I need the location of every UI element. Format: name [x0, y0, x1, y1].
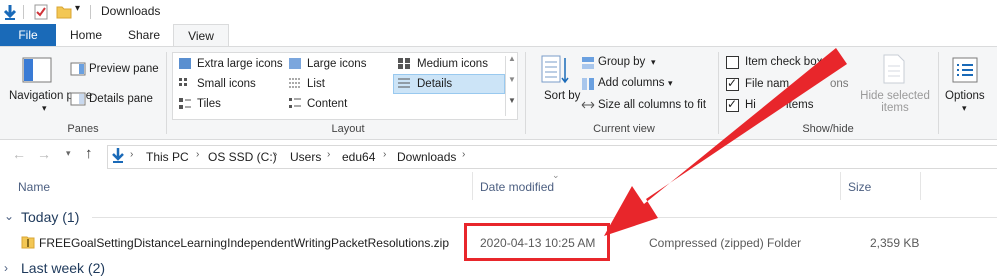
- details-pane-icon: [70, 92, 86, 106]
- layout-content[interactable]: Content: [307, 98, 347, 110]
- tab-home[interactable]: Home: [66, 24, 106, 46]
- up-arrow-icon[interactable]: ↑: [85, 145, 93, 162]
- properties-icon[interactable]: [34, 4, 48, 20]
- hide-selected-items-icon: [883, 54, 905, 84]
- chevron-down-icon: ▾: [42, 103, 47, 113]
- sort-by-icon: [541, 55, 569, 84]
- layout-scrollbar[interactable]: ▲ ▼ ▼: [505, 54, 516, 116]
- layout-large-icons[interactable]: Large icons: [307, 58, 366, 70]
- highlight-box: [464, 223, 610, 261]
- group-expand-icon[interactable]: ›: [4, 261, 8, 275]
- sort-by-button[interactable]: Sort by: [544, 90, 580, 102]
- breadcrumb-this-pc[interactable]: This PC: [146, 150, 189, 164]
- forward-arrow-icon[interactable]: →: [37, 146, 51, 162]
- tab-file[interactable]: File: [0, 24, 56, 46]
- downloads-folder-icon: [112, 148, 124, 163]
- list-icon: [289, 78, 301, 88]
- tiles-icon: [179, 98, 191, 109]
- red-arrow-annotation: [604, 48, 847, 236]
- new-folder-icon[interactable]: [56, 5, 72, 19]
- zip-folder-icon: [21, 236, 35, 249]
- content-icon: [289, 98, 301, 108]
- column-header-date-modified[interactable]: Date modified: [480, 180, 554, 194]
- details-pane-button[interactable]: Details pane: [89, 93, 153, 105]
- medium-icons-icon: [398, 58, 410, 69]
- group-label-layout: Layout: [331, 123, 365, 135]
- preview-pane-button[interactable]: Preview pane: [89, 63, 159, 75]
- extra-large-icons-icon: [179, 58, 191, 69]
- small-icons-icon: [179, 78, 187, 86]
- tab-share[interactable]: Share: [122, 24, 166, 46]
- breadcrumb-separator-icon[interactable]: ›: [383, 149, 386, 160]
- column-header-name[interactable]: Name: [18, 180, 50, 194]
- quick-access-arrow-icon[interactable]: [2, 3, 18, 21]
- tab-view[interactable]: View: [173, 24, 229, 46]
- hide-selected-items-line1: Hide selected: [860, 90, 930, 102]
- layout-small-icons[interactable]: Small icons: [197, 78, 256, 90]
- layout-medium-icons[interactable]: Medium icons: [417, 58, 488, 70]
- breadcrumb-separator-icon[interactable]: ›: [130, 149, 133, 160]
- chevron-down-icon: ▾: [962, 103, 967, 113]
- hide-selected-items-line2: items: [881, 102, 909, 114]
- navigation-pane-icon: [22, 57, 52, 83]
- hide-selected-items-button[interactable]: Hide selected items: [860, 90, 930, 114]
- details-view-icon: [398, 78, 410, 88]
- breadcrumb-separator-icon[interactable]: ›: [274, 149, 277, 160]
- breadcrumb-edu64[interactable]: edu64: [342, 150, 375, 164]
- layout-list[interactable]: List: [307, 78, 325, 90]
- title-bar: ▾ Downloads: [0, 0, 997, 24]
- breadcrumb-users[interactable]: Users: [290, 150, 321, 164]
- options-button[interactable]: Options: [945, 90, 985, 102]
- breadcrumb-separator-icon[interactable]: ›: [462, 149, 465, 160]
- options-icon: [952, 57, 978, 83]
- file-name[interactable]: FREEGoalSettingDistanceLearningIndepende…: [39, 236, 449, 250]
- back-arrow-icon[interactable]: ←: [12, 146, 26, 162]
- breadcrumb-downloads[interactable]: Downloads: [397, 150, 456, 164]
- group-title-today[interactable]: Today (1): [21, 209, 79, 225]
- customize-toolbar-icon[interactable]: ▾: [75, 3, 80, 14]
- group-collapse-icon[interactable]: ⌄: [4, 209, 14, 223]
- window-title: Downloads: [101, 4, 161, 18]
- breadcrumb-separator-icon[interactable]: ›: [327, 149, 330, 160]
- file-size: 2,359 KB: [870, 236, 920, 250]
- breadcrumb-separator-icon[interactable]: ›: [196, 149, 199, 160]
- group-label-panes: Panes: [67, 123, 99, 135]
- layout-extra-large-icons[interactable]: Extra large icons: [197, 58, 283, 70]
- breadcrumb-os-ssd[interactable]: OS SSD (C:): [208, 150, 277, 164]
- layout-details[interactable]: Details: [417, 78, 452, 90]
- recent-locations-icon[interactable]: ▾: [66, 148, 71, 159]
- preview-pane-icon: [70, 62, 86, 76]
- large-icons-icon: [289, 58, 301, 69]
- layout-tiles[interactable]: Tiles: [197, 98, 221, 110]
